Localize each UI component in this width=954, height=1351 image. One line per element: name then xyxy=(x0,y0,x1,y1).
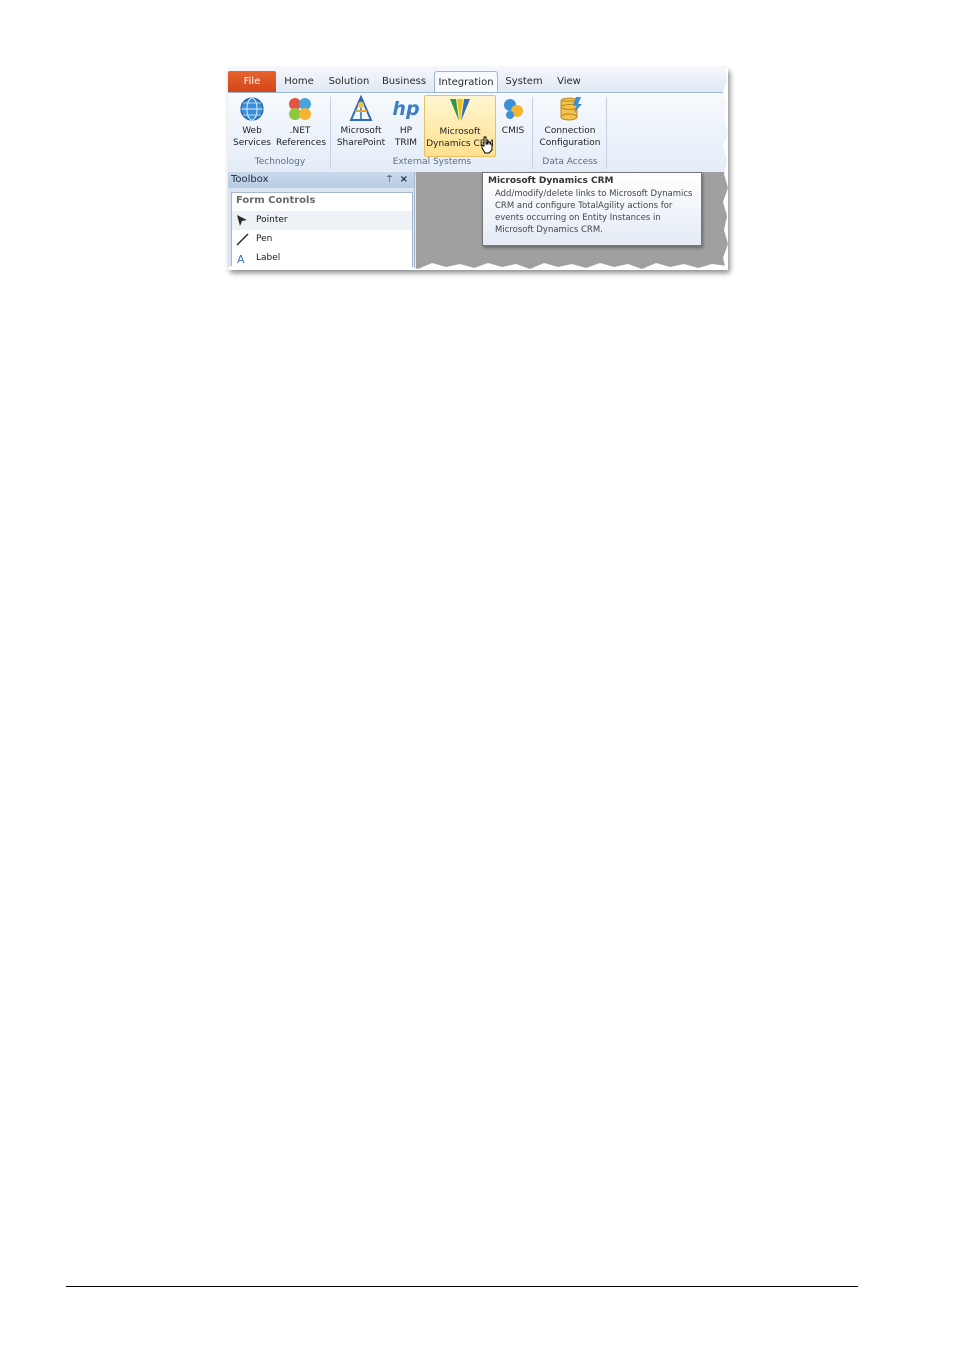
hp-trim-label-line2: TRIM xyxy=(394,138,418,148)
cmis-button[interactable]: CMIS xyxy=(498,95,528,155)
ribbon-tab-strip: File Home Solution Business Integration … xyxy=(228,68,728,93)
net-references-label-line1: .NET xyxy=(289,126,311,136)
tab-integration[interactable]: Integration xyxy=(434,71,498,93)
tab-view[interactable]: View xyxy=(552,71,586,92)
page-footer-rule xyxy=(66,1286,858,1287)
hand-cursor-icon xyxy=(481,136,493,154)
net-references-icon xyxy=(289,98,311,120)
ribbon-panel: Web Services .NET References Technology … xyxy=(228,92,728,174)
pointer-icon xyxy=(237,215,247,226)
cmis-label: CMIS xyxy=(501,126,525,136)
toolbox-section-header[interactable]: Form Controls xyxy=(232,193,412,211)
hp-trim-button[interactable]: hp HP TRIM xyxy=(390,95,422,155)
group-separator xyxy=(330,97,331,169)
web-services-label-line1: Web xyxy=(242,126,262,136)
sharepoint-label-line1: Microsoft xyxy=(340,126,382,136)
connection-configuration-label-line1: Connection xyxy=(544,126,596,136)
tab-business[interactable]: Business xyxy=(380,71,428,92)
toolbox-list: Form Controls Pointer Pen A Label xyxy=(231,192,413,270)
connection-configuration-label-line2: Configuration xyxy=(539,138,601,148)
tab-home[interactable]: Home xyxy=(280,71,318,92)
pen-icon xyxy=(236,233,249,246)
group-separator xyxy=(606,97,607,169)
torn-edge-right xyxy=(723,68,728,270)
sharepoint-label-line2: SharePoint xyxy=(336,138,386,148)
toolbox-pane: Toolbox ⍑ × Form Controls Pointer Pen A xyxy=(228,172,415,270)
tab-file[interactable]: File xyxy=(228,71,276,92)
cmis-icon xyxy=(504,99,523,119)
group-separator xyxy=(532,97,533,169)
group-label-data-access: Data Access xyxy=(542,157,598,167)
screenshot-frame: File Home Solution Business Integration … xyxy=(228,68,728,270)
sharepoint-icon xyxy=(349,95,373,121)
close-icon[interactable]: × xyxy=(400,172,408,188)
hp-trim-label-line1: HP xyxy=(399,126,413,136)
torn-edge-bottom xyxy=(228,263,728,270)
net-references-label-line2: References xyxy=(276,138,327,148)
net-references-button[interactable]: .NET References xyxy=(276,95,327,155)
dynamics-crm-icon xyxy=(450,99,470,121)
group-label-technology: Technology xyxy=(254,157,306,167)
tooltip-title: Microsoft Dynamics CRM xyxy=(488,176,614,186)
toolbox-item-label: Pointer xyxy=(256,215,288,225)
database-icon xyxy=(560,97,582,121)
hp-logo-icon: hp xyxy=(392,98,420,120)
toolbox-header: Toolbox ⍑ × xyxy=(228,172,414,188)
globe-icon xyxy=(240,97,264,121)
toolbox-item-label: Pen xyxy=(256,234,273,244)
connection-configuration-button[interactable]: Connection Configuration xyxy=(536,95,604,155)
toolbox-item-pen[interactable]: Pen xyxy=(232,230,412,249)
web-services-label-line2: Services xyxy=(233,138,271,148)
toolbox-item-pointer[interactable]: Pointer xyxy=(232,211,412,230)
toolbox-title: Toolbox xyxy=(231,174,269,185)
tooltip: Microsoft Dynamics CRM Add/modify/delete… xyxy=(482,172,702,246)
tab-solution[interactable]: Solution xyxy=(326,71,372,92)
tab-system[interactable]: System xyxy=(504,71,544,92)
sharepoint-button[interactable]: Microsoft SharePoint xyxy=(336,95,386,155)
group-label-external-systems: External Systems xyxy=(392,157,472,167)
pin-icon[interactable]: ⍑ xyxy=(387,172,392,188)
web-services-button[interactable]: Web Services xyxy=(232,95,272,155)
tooltip-body: Add/modify/delete links to Microsoft Dyn… xyxy=(495,189,693,235)
